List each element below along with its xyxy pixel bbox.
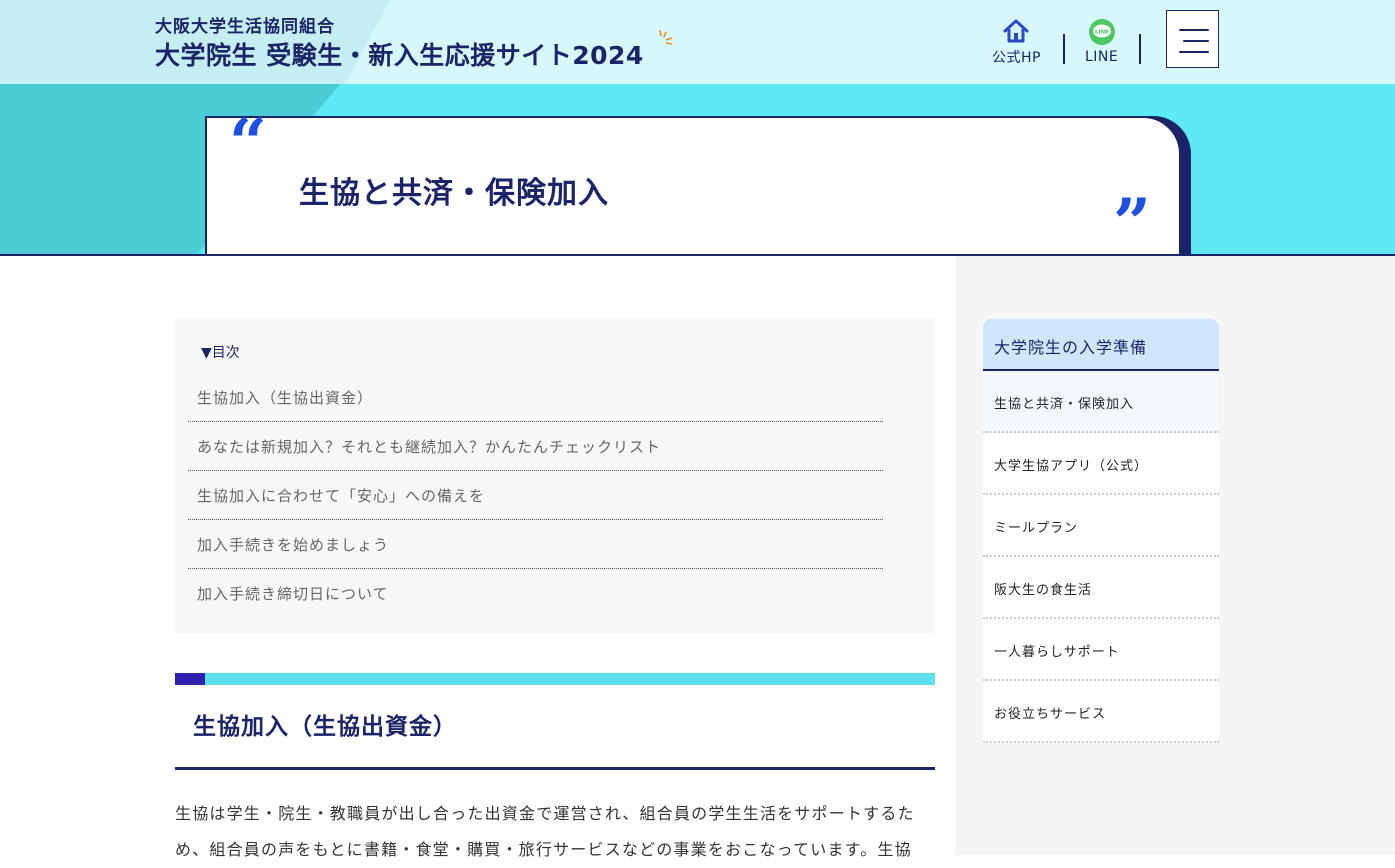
table-of-contents: ▼目次 生協加入（生協出資金） あなたは新規加入？それとも継続加入？かんたんチェ… — [175, 318, 935, 633]
sidebar-item-coop-insurance[interactable]: 生協と共済・保険加入 — [983, 371, 1219, 433]
line-icon-text: LINE — [1095, 30, 1109, 36]
home-icon — [1003, 19, 1029, 43]
sidebar-item-coop-app[interactable]: 大学生協アプリ（公式） — [983, 433, 1219, 495]
toc-item[interactable]: 加入手続きを始めましょう — [188, 521, 883, 569]
sidebar-item-living-alone[interactable]: 一人暮らしサポート — [983, 619, 1219, 681]
official-hp-label: 公式HP — [992, 50, 1041, 66]
line-link[interactable]: LINE LINE — [1085, 18, 1118, 65]
toc-toggle[interactable]: ▼目次 — [201, 342, 240, 362]
sidebar-heading: 大学院生の入学準備 — [983, 319, 1219, 371]
sidebar-item-useful-services[interactable]: お役立ちサービス — [983, 681, 1219, 743]
toc-item[interactable]: 生協加入に合わせて「安心」への備えを — [188, 472, 883, 520]
section-heading: 生協加入（生協出資金） — [193, 714, 457, 740]
toc-item[interactable]: 生協加入（生協出資金） — [188, 374, 883, 422]
toc-list: 生協加入（生協出資金） あなたは新規加入？それとも継続加入？かんたんチェックリス… — [188, 374, 883, 618]
sidebar-item-student-diet[interactable]: 阪大生の食生活 — [983, 557, 1219, 619]
hero-card: “ 生協と共済・保険加入 ” — [205, 110, 1181, 256]
open-quote-icon: “ — [229, 104, 267, 182]
page-hero: “ 生協と共済・保険加入 ” — [0, 84, 1395, 256]
section-bar — [175, 673, 935, 685]
site-header: 大阪大学生活協同組合 大学院生 受験生・新入生応援サイト2024 公式HP LI… — [0, 0, 1395, 84]
section-bar-accent — [175, 673, 205, 685]
section-underline — [175, 767, 935, 770]
line-label: LINE — [1085, 49, 1119, 65]
toc-item[interactable]: 加入手続き締切日について — [188, 570, 883, 618]
toc-item[interactable]: あなたは新規加入？それとも継続加入？かんたんチェックリスト — [188, 423, 883, 471]
official-hp-link[interactable]: 公式HP — [992, 18, 1041, 67]
header-divider — [1063, 34, 1065, 64]
close-quote-icon: ” — [1113, 184, 1151, 256]
menu-line — [1179, 51, 1209, 53]
org-name: 大阪大学生活協同組合 — [155, 17, 335, 37]
sidebar-item-meal-plan[interactable]: ミールプラン — [983, 495, 1219, 557]
hamburger-menu-button[interactable] — [1166, 10, 1219, 68]
sparkle-icon — [659, 29, 673, 45]
header-divider — [1139, 34, 1141, 64]
sidebar-nav: 大学院生の入学準備 生協と共済・保険加入 大学生協アプリ（公式） ミールプラン … — [983, 319, 1219, 743]
page-title: 生協と共済・保険加入 — [299, 176, 609, 211]
sidebar-list: 生協と共済・保険加入 大学生協アプリ（公式） ミールプラン 阪大生の食生活 一人… — [983, 371, 1219, 743]
line-icon: LINE — [1088, 19, 1115, 45]
site-title[interactable]: 大学院生 受験生・新入生応援サイト2024 — [155, 36, 644, 72]
menu-line — [1179, 29, 1209, 31]
menu-line — [1183, 40, 1209, 42]
section-body-text: 生協は学生・院生・教職員が出し合った出資金で運営され、組合員の学生生活をサポート… — [175, 804, 915, 859]
